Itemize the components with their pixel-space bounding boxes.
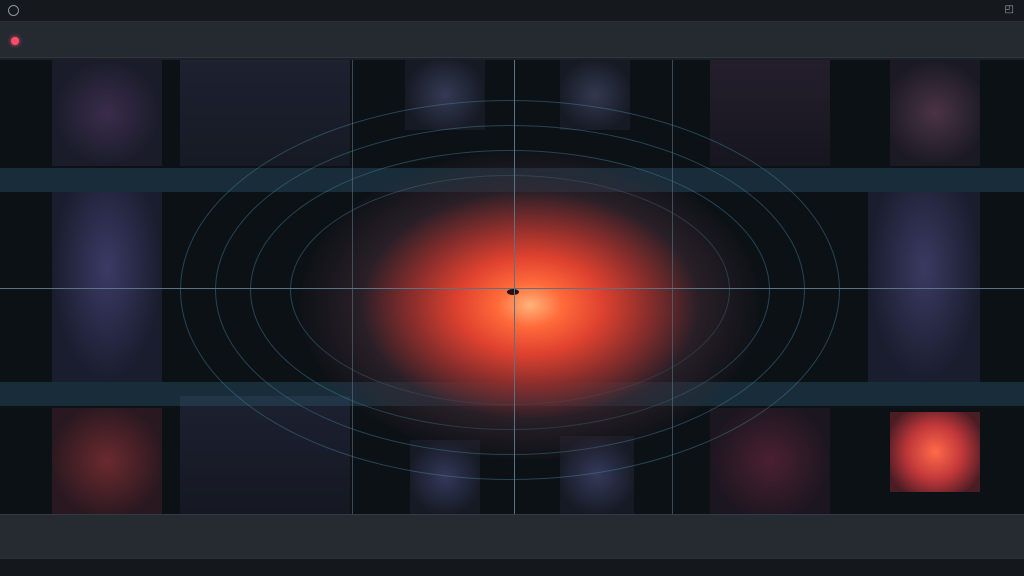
crosshair-horizontal [0, 288, 1024, 289]
bottom-panel [0, 514, 1024, 558]
radial-glow [300, 150, 760, 460]
tile-bottom-left [52, 408, 162, 514]
toolbar [0, 22, 1024, 58]
crosshair-center [507, 289, 519, 295]
crosshair-vertical [514, 60, 515, 514]
record-dot-icon[interactable] [11, 37, 19, 45]
title-bar: ◰ [0, 0, 1024, 22]
app-window: ◰ [0, 0, 1024, 576]
window-restore-icon[interactable]: ◰ [1005, 4, 1014, 15]
tile-mid-right [868, 192, 980, 382]
tile-mid-left [52, 192, 162, 382]
app-icon [8, 5, 19, 16]
tile-top-left [52, 60, 162, 166]
tile-bottom-right-2 [890, 412, 980, 492]
main-viewport[interactable] [0, 60, 1024, 514]
grid-line-left [352, 60, 353, 514]
grid-line-right [672, 60, 673, 514]
tile-top-right-2 [890, 60, 980, 166]
status-bar [0, 558, 1024, 576]
